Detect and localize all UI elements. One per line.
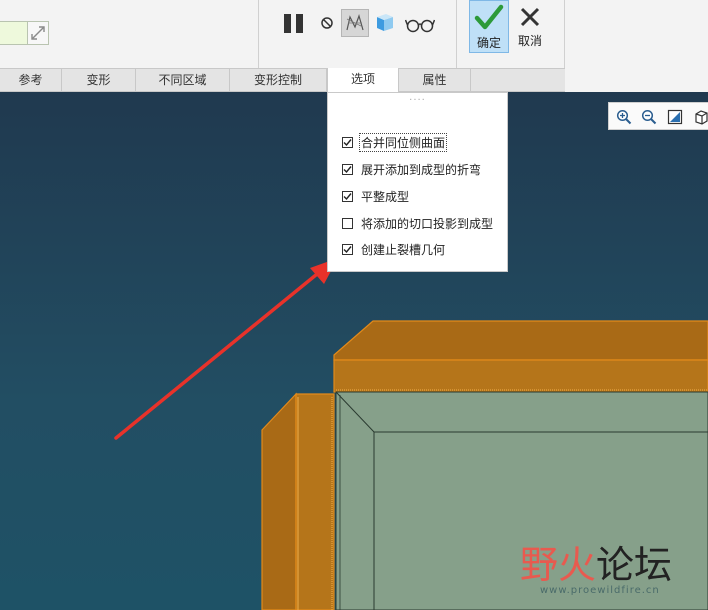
mesh-preview-icon xyxy=(346,14,364,31)
tab-deform-control[interactable]: 变形控制 xyxy=(230,69,327,91)
zoom-out-icon xyxy=(641,109,657,125)
watermark-url: www.proewildfire.cn xyxy=(540,585,660,596)
tabs-empty-area xyxy=(565,68,708,92)
option-project-added-cuts[interactable]: 将添加的切口投影到成型 xyxy=(342,214,494,232)
tab-references[interactable]: 参考 xyxy=(0,69,62,91)
cancel-label: 取消 xyxy=(517,34,542,48)
solid-preview-icon xyxy=(377,14,393,31)
option-merge-same-side-surfaces[interactable]: 合并同位侧曲面 xyxy=(342,132,448,152)
option-flatten-forms[interactable]: 平整成型 xyxy=(342,187,410,205)
saved-views-button[interactable] xyxy=(691,107,708,127)
refit-button[interactable] xyxy=(665,107,685,127)
option-create-relief-geometry[interactable]: 创建止裂槽几何 xyxy=(342,240,446,258)
option-label: 创建止裂槽几何 xyxy=(361,242,446,257)
solid-preview-button[interactable] xyxy=(373,11,397,35)
ok-label: 确定 xyxy=(476,36,501,50)
option-label: 合并同位侧曲面 xyxy=(358,132,448,152)
option-unbend-added-bends[interactable]: 展开添加到成型的折弯 xyxy=(342,160,482,178)
checkbox-checked[interactable] xyxy=(342,136,353,148)
checkbox-checked[interactable] xyxy=(342,243,353,255)
ok-button[interactable]: 确定 xyxy=(469,0,509,53)
tab-properties[interactable]: 属性 xyxy=(399,69,471,91)
dashboard-tabs: 参考 变形 不同区域 变形控制 选项 属性 xyxy=(0,68,565,92)
watermark-text-b: 论坛 xyxy=(596,542,673,587)
ribbon-separator xyxy=(456,0,457,68)
verify-button[interactable] xyxy=(404,12,436,36)
tab-options[interactable]: 选项 xyxy=(327,68,399,92)
no-preview-button[interactable] xyxy=(318,14,336,32)
flip-direction-button[interactable] xyxy=(27,21,49,45)
tab-deform[interactable]: 变形 xyxy=(62,69,136,91)
zoom-out-button[interactable] xyxy=(639,107,659,127)
refit-icon xyxy=(667,109,683,125)
option-label: 将添加的切口投影到成型 xyxy=(361,216,494,231)
close-icon xyxy=(520,7,540,27)
view-toolbar xyxy=(608,102,708,130)
flip-arrow-icon xyxy=(31,26,45,40)
zoom-in-button[interactable] xyxy=(614,107,634,127)
check-icon xyxy=(343,192,352,200)
saved-views-icon xyxy=(695,110,708,125)
check-icon xyxy=(343,245,352,253)
checkbox-unchecked[interactable] xyxy=(342,217,353,229)
checkbox-checked[interactable] xyxy=(342,190,353,202)
option-label: 平整成型 xyxy=(361,189,410,204)
check-icon xyxy=(343,138,352,146)
panel-grip[interactable]: ···· xyxy=(328,95,507,106)
checkbox-checked[interactable] xyxy=(342,163,353,175)
pause-icon xyxy=(284,14,303,33)
tab-different-regions[interactable]: 不同区域 xyxy=(136,69,230,91)
check-icon xyxy=(343,165,352,173)
zoom-in-icon xyxy=(616,109,632,125)
mesh-preview-button[interactable] xyxy=(341,9,369,37)
ribbon-separator xyxy=(258,0,259,68)
watermark-text-a: 野火 xyxy=(520,542,597,587)
option-label: 展开添加到成型的折弯 xyxy=(361,162,482,177)
no-preview-icon xyxy=(321,17,333,29)
glasses-icon xyxy=(405,19,435,33)
watermark-logo: 野火 论坛 xyxy=(520,535,672,587)
options-panel: ···· 合并同位侧曲面 展开添加到成型的折弯 平整成型 将添加的切口投影到成型… xyxy=(327,92,508,272)
ribbon: 确定 取消 xyxy=(0,0,708,68)
ribbon-value-field[interactable] xyxy=(0,21,28,45)
pause-button[interactable] xyxy=(280,10,308,36)
cancel-button[interactable]: 取消 xyxy=(510,0,550,53)
ribbon-separator xyxy=(564,0,565,68)
checkmark-icon xyxy=(474,4,504,30)
